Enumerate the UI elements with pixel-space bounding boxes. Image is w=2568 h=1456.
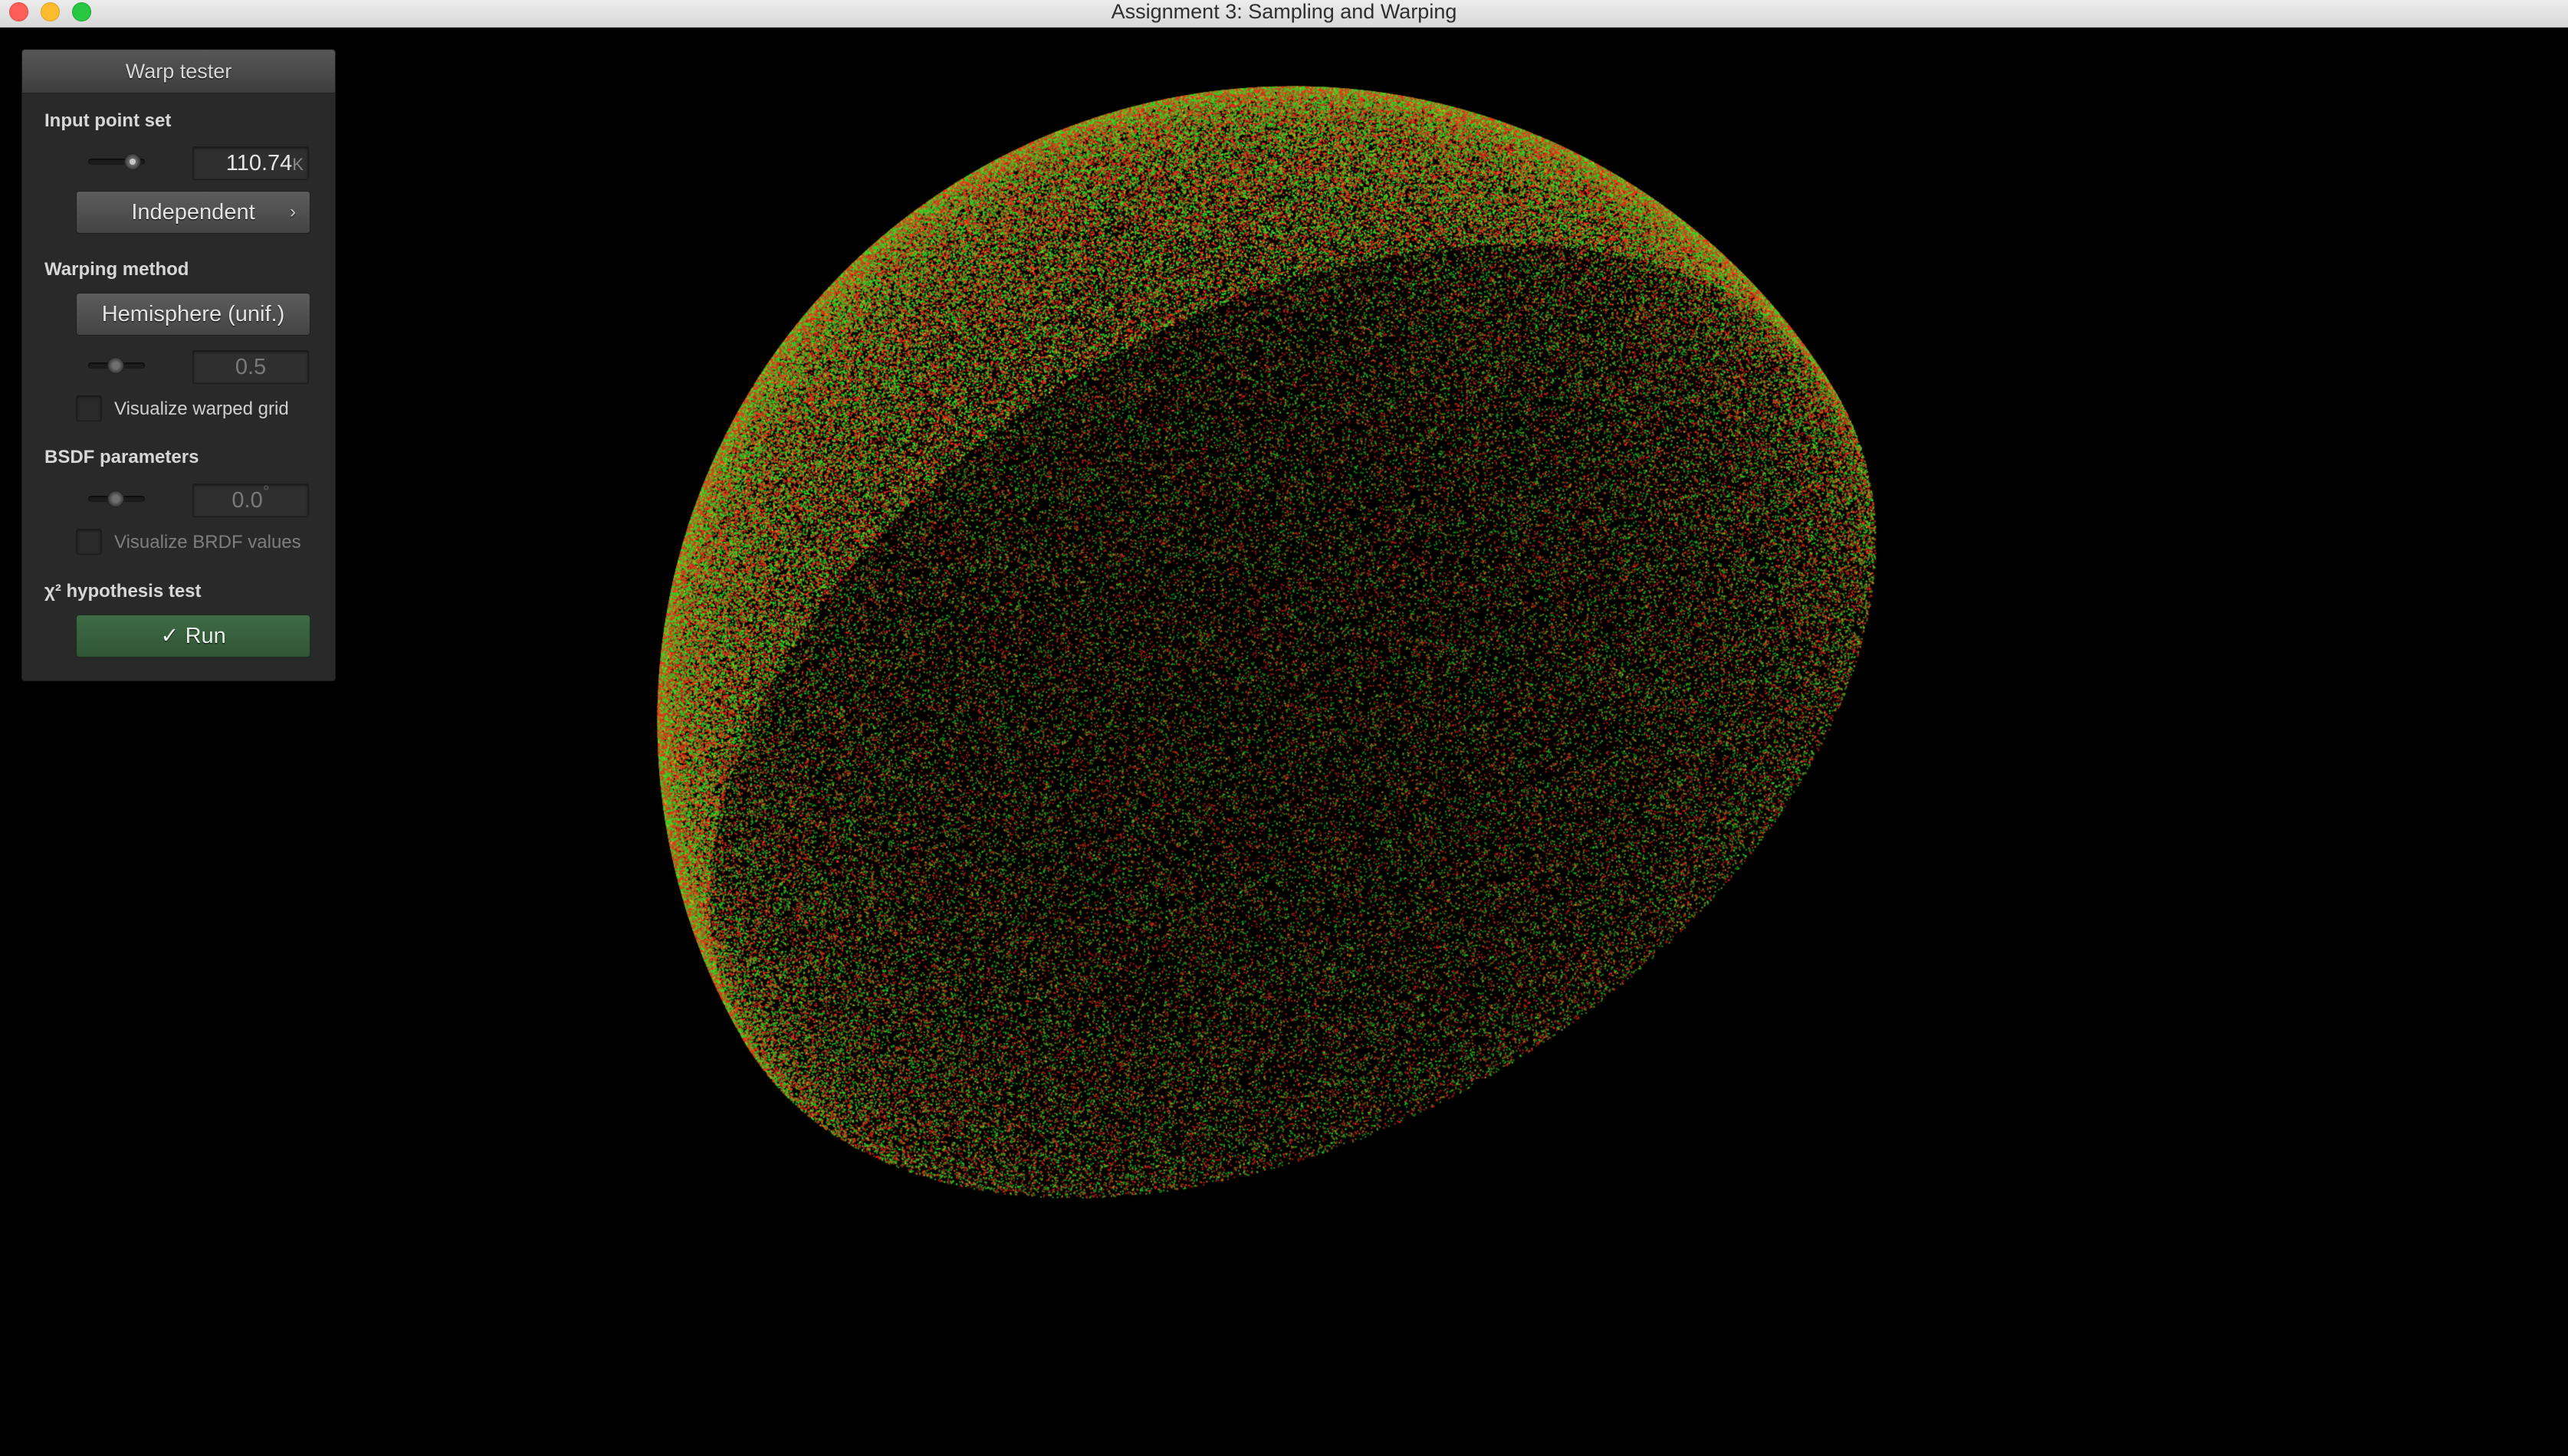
bsdf-parameters-label: BSDF parameters bbox=[44, 447, 199, 467]
visualize-warped-grid-label: Visualize warped grid bbox=[114, 398, 289, 419]
visualize-brdf-values-checkbox[interactable] bbox=[76, 529, 102, 555]
hypothesis-test-label: χ² hypothesis test bbox=[44, 581, 202, 602]
bsdf-angle-value: 0.0 bbox=[232, 488, 263, 513]
bsdf-angle-unit: ° bbox=[262, 484, 270, 501]
warp-parameter-value: 0.5 bbox=[235, 355, 267, 379]
warp-parameter-slider-knob[interactable] bbox=[107, 357, 124, 374]
warped-point-cloud-canvas[interactable] bbox=[0, 28, 2568, 1456]
point-set-mode-button[interactable]: Independent › bbox=[76, 191, 310, 234]
point-count-value: 110.74 bbox=[225, 151, 293, 175]
point-count-unit: K bbox=[292, 155, 304, 174]
visualize-warped-grid-checkbox[interactable] bbox=[76, 395, 102, 421]
warping-method-selected: Hemisphere (unif.) bbox=[101, 302, 285, 326]
warping-method-dropdown[interactable]: Hemisphere (unif.) bbox=[76, 293, 310, 336]
point-count-field[interactable]: 110.74K bbox=[192, 146, 309, 180]
panel-title[interactable]: Warp tester bbox=[22, 50, 335, 93]
bsdf-angle-field[interactable]: 0.0° bbox=[192, 484, 309, 517]
run-button-label: ✓ Run bbox=[160, 624, 226, 648]
bsdf-angle-slider-knob[interactable] bbox=[107, 490, 124, 507]
run-hypothesis-test-button[interactable]: ✓ Run bbox=[76, 615, 310, 657]
warp-parameter-field[interactable]: 0.5 bbox=[192, 350, 309, 384]
warp-tester-panel: Warp tester Input point set 110.74K Inde… bbox=[21, 49, 336, 681]
warping-method-label: Warping method bbox=[44, 259, 189, 280]
point-set-mode-label: Independent bbox=[131, 200, 255, 225]
window-title: Assignment 3: Sampling and Warping bbox=[1111, 0, 1457, 23]
window-title-bar: Assignment 3: Sampling and Warping bbox=[0, 0, 2568, 28]
chevron-right-icon: › bbox=[290, 202, 296, 222]
visualize-brdf-values-label: Visualize BRDF values bbox=[114, 532, 301, 553]
input-point-set-label: Input point set bbox=[44, 110, 172, 131]
point-count-slider-knob[interactable] bbox=[124, 153, 141, 170]
